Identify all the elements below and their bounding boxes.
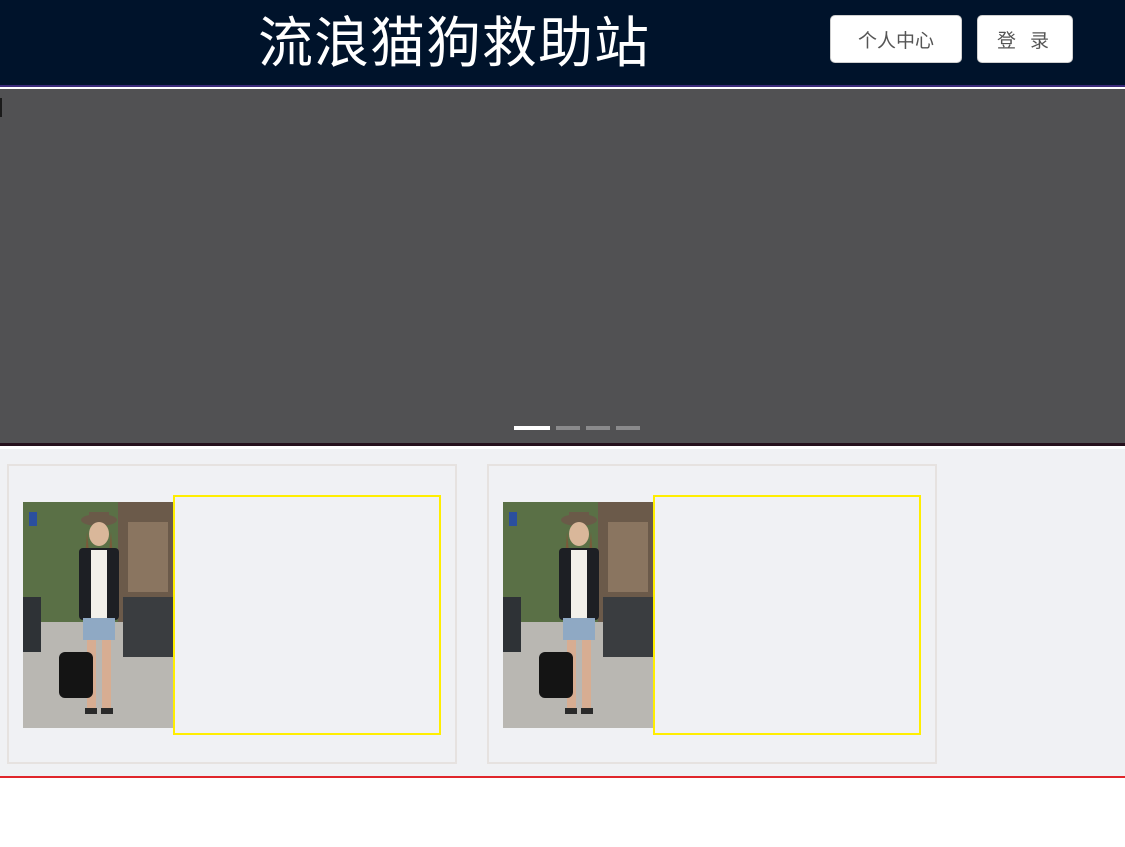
top-navbar: 流浪猫狗救助站 个人中心 登 录 bbox=[0, 0, 1125, 87]
woman-street-photo[interactable] bbox=[23, 502, 175, 728]
woman-street-photo-art bbox=[23, 502, 175, 728]
woman-street-photo-art bbox=[503, 502, 655, 728]
carousel[interactable] bbox=[0, 89, 1125, 446]
carousel-indicator-4[interactable] bbox=[616, 426, 640, 430]
rescue-card[interactable] bbox=[7, 464, 457, 764]
card-info-box bbox=[653, 495, 921, 735]
content-section bbox=[0, 449, 1125, 778]
carousel-indicator-2[interactable] bbox=[556, 426, 580, 430]
carousel-indicator-3[interactable] bbox=[586, 426, 610, 430]
login-button[interactable]: 登 录 bbox=[977, 15, 1073, 63]
carousel-indicators bbox=[514, 426, 640, 430]
carousel-indicator-1[interactable] bbox=[514, 426, 550, 430]
rescue-card[interactable] bbox=[487, 464, 937, 764]
site-title: 流浪猫狗救助站 bbox=[258, 11, 651, 75]
carousel-edge-marker bbox=[0, 98, 2, 117]
card-info-box bbox=[173, 495, 441, 735]
personal-center-button[interactable]: 个人中心 bbox=[830, 15, 962, 63]
woman-street-photo[interactable] bbox=[503, 502, 655, 728]
